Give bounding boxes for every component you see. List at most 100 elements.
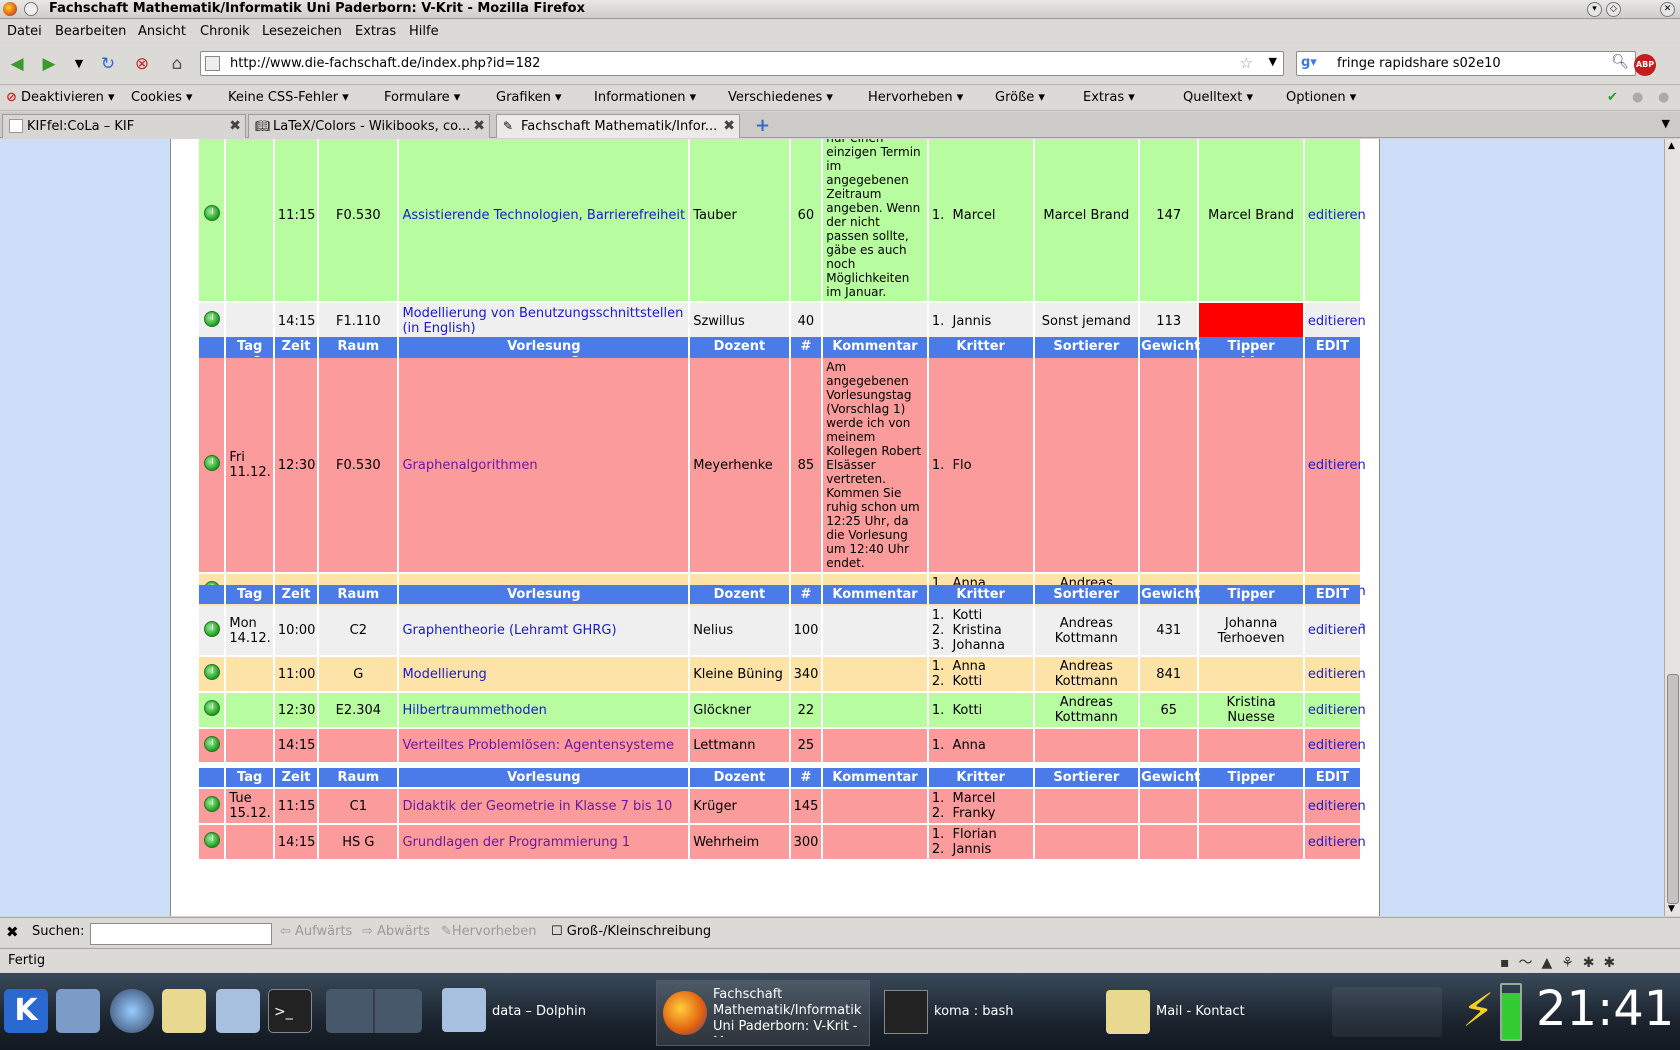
- column-header[interactable]: Gewicht: [1140, 585, 1200, 604]
- vorlesung-link[interactable]: Modellierung von Benutzungsschnittstelle…: [402, 306, 683, 336]
- scroll-down-icon[interactable]: ▼: [1668, 904, 1675, 914]
- google-icon[interactable]: g▾: [1301, 55, 1319, 73]
- site-identity-icon[interactable]: [205, 56, 220, 71]
- menu-ansicht[interactable]: Ansicht: [138, 24, 186, 39]
- menu-bearbeiten[interactable]: Bearbeiten: [55, 24, 126, 39]
- column-header[interactable]: EDIT: [1304, 337, 1360, 356]
- edit-link[interactable]: editieren: [1308, 458, 1366, 473]
- tab-close-icon[interactable]: ✖: [473, 118, 485, 134]
- menu-chronik[interactable]: Chronik: [200, 24, 250, 39]
- findbar-close-icon[interactable]: ✖: [6, 923, 19, 941]
- edit-link[interactable]: editieren: [1308, 799, 1366, 814]
- task-bash[interactable]: koma : bash: [878, 980, 1078, 1046]
- column-header[interactable]: Dozent: [690, 585, 789, 604]
- kontact-launcher-icon[interactable]: [162, 989, 206, 1033]
- url-dropdown-icon[interactable]: ▼: [1269, 55, 1277, 68]
- forward-icon[interactable]: ▶: [38, 53, 60, 75]
- column-header[interactable]: Sortierer: [1034, 768, 1139, 787]
- dev-informationen[interactable]: Informationen ▾: [594, 90, 696, 105]
- tab-fachschaft[interactable]: ✎ Fachschaft Mathematik/Infor... ✖: [496, 114, 740, 138]
- dev-grafiken[interactable]: Grafiken ▾: [496, 90, 562, 105]
- vorlesung-link[interactable]: Verteiltes Problemlösen: Agentensysteme: [402, 738, 674, 753]
- column-header[interactable]: Sortierer: [1034, 337, 1139, 356]
- tab-wikibooks[interactable]: 📖︎ LaTeX/Colors - Wikibooks, co... ✖: [248, 114, 490, 138]
- bookmark-star-icon[interactable]: ☆: [1240, 54, 1253, 72]
- tab-list-icon[interactable]: ▼: [1662, 117, 1670, 130]
- pager[interactable]: [326, 989, 422, 1033]
- stop-icon[interactable]: ⊗: [131, 53, 153, 75]
- dev-optionen[interactable]: Optionen ▾: [1286, 90, 1356, 105]
- column-header[interactable]: Kommentar: [823, 337, 927, 356]
- edit-link[interactable]: editieren: [1308, 208, 1366, 223]
- find-highlight-button[interactable]: ✎Hervorheben: [441, 924, 537, 939]
- column-header[interactable]: Tipper: [1199, 768, 1303, 787]
- column-header[interactable]: Raum: [319, 585, 398, 604]
- status-icons[interactable]: ▪〜▲⚘✱✱: [1500, 952, 1624, 972]
- tab-close-icon[interactable]: ✖: [229, 118, 241, 134]
- dev-verschiedenes[interactable]: Verschiedenes ▾: [728, 90, 833, 105]
- tab-kif[interactable]: KIFfel:CoLa – KIF ✖: [2, 114, 246, 138]
- kde-menu-icon[interactable]: K: [4, 989, 48, 1033]
- column-header[interactable]: #: [790, 768, 822, 787]
- vorlesung-link[interactable]: Grundlagen der Programmierung 1: [402, 835, 630, 850]
- search-input[interactable]: fringe rapidshare s02e10: [1337, 56, 1501, 71]
- dev-deaktivieren[interactable]: ⊘ Deaktivieren ▾: [6, 90, 115, 105]
- tab-close-icon[interactable]: ✖: [723, 118, 735, 134]
- vertical-scrollbar[interactable]: ▲ ▼: [1664, 139, 1680, 916]
- vorlesung-link[interactable]: Modellierung: [402, 667, 486, 682]
- new-tab-icon[interactable]: +: [755, 115, 770, 136]
- adblock-icon[interactable]: ABP: [1634, 54, 1656, 76]
- task-firefox[interactable]: Fachschaft Mathematik/Informatik Uni Pad…: [656, 980, 870, 1046]
- scroll-thumb[interactable]: [1667, 674, 1679, 904]
- column-header[interactable]: Vorlesung: [399, 768, 689, 787]
- vorlesung-link[interactable]: Didaktik der Geometrie in Klasse 7 bis 1…: [402, 799, 672, 814]
- konqueror-icon[interactable]: [110, 989, 154, 1033]
- column-header[interactable]: Gewicht: [1140, 337, 1200, 356]
- column-header[interactable]: Gewicht: [1140, 768, 1200, 787]
- dev-formulare[interactable]: Formulare ▾: [384, 90, 460, 105]
- column-header[interactable]: Vorlesung: [399, 337, 689, 356]
- dev-hervorheben[interactable]: Hervorheben ▾: [868, 90, 963, 105]
- column-header[interactable]: Raum: [319, 768, 398, 787]
- menu-extras[interactable]: Extras: [355, 24, 396, 39]
- column-header[interactable]: Tipper: [1199, 337, 1303, 356]
- find-up-button[interactable]: ⇦ Aufwärts: [280, 924, 352, 939]
- column-header[interactable]: Tag: [226, 768, 273, 787]
- find-input[interactable]: [90, 923, 272, 945]
- url-bar[interactable]: http://www.die-fachschaft.de/index.php?i…: [200, 51, 1284, 76]
- url-text[interactable]: http://www.die-fachschaft.de/index.php?i…: [230, 56, 540, 71]
- column-header[interactable]: Kritter: [928, 585, 1033, 604]
- edit-link[interactable]: editieren: [1308, 314, 1366, 329]
- column-header[interactable]: Zeit: [274, 585, 318, 604]
- column-header[interactable]: Tag: [226, 585, 273, 604]
- column-header[interactable]: Sortierer: [1034, 585, 1139, 604]
- history-dropdown-icon[interactable]: ▼: [68, 53, 90, 75]
- column-header[interactable]: Zeit: [274, 337, 318, 356]
- column-header[interactable]: Tag: [226, 337, 273, 356]
- search-bar[interactable]: g▾ fringe rapidshare s02e10 🔍︎: [1296, 51, 1636, 76]
- column-header[interactable]: EDIT: [1304, 585, 1360, 604]
- power-icon[interactable]: ⚡: [1462, 983, 1494, 1037]
- edit-link[interactable]: editieren: [1308, 738, 1366, 753]
- vorlesung-link[interactable]: Assistierende Technologien, Barrierefrei…: [402, 208, 685, 223]
- home-icon[interactable]: ⌂: [166, 53, 188, 75]
- minimize-icon[interactable]: ▾: [1587, 2, 1602, 17]
- dev-extras[interactable]: Extras ▾: [1083, 90, 1135, 105]
- menu-lesezeichen[interactable]: Lesezeichen: [262, 24, 342, 39]
- edit-link[interactable]: editieren: [1308, 623, 1366, 638]
- dev-quelltext[interactable]: Quelltext ▾: [1183, 90, 1253, 105]
- vorlesung-link[interactable]: Hilbertraummethoden: [402, 703, 546, 718]
- column-header[interactable]: EDIT: [1304, 768, 1360, 787]
- search-icon[interactable]: 🔍︎: [1611, 54, 1629, 70]
- close-icon[interactable]: ✕: [1660, 2, 1675, 17]
- menu-datei[interactable]: Datei: [7, 24, 42, 39]
- column-header[interactable]: Kritter: [928, 337, 1033, 356]
- dolphin-launcher-icon[interactable]: [216, 989, 260, 1033]
- dev-groesse[interactable]: Größe ▾: [995, 90, 1045, 105]
- maximize-icon[interactable]: ◇: [1606, 2, 1621, 17]
- firefox-icon[interactable]: [3, 2, 17, 16]
- vorlesung-link[interactable]: Graphenalgorithmen: [402, 458, 537, 473]
- column-header[interactable]: Kommentar: [823, 585, 927, 604]
- edit-link[interactable]: editieren: [1308, 835, 1366, 850]
- battery-icon[interactable]: [1500, 983, 1522, 1041]
